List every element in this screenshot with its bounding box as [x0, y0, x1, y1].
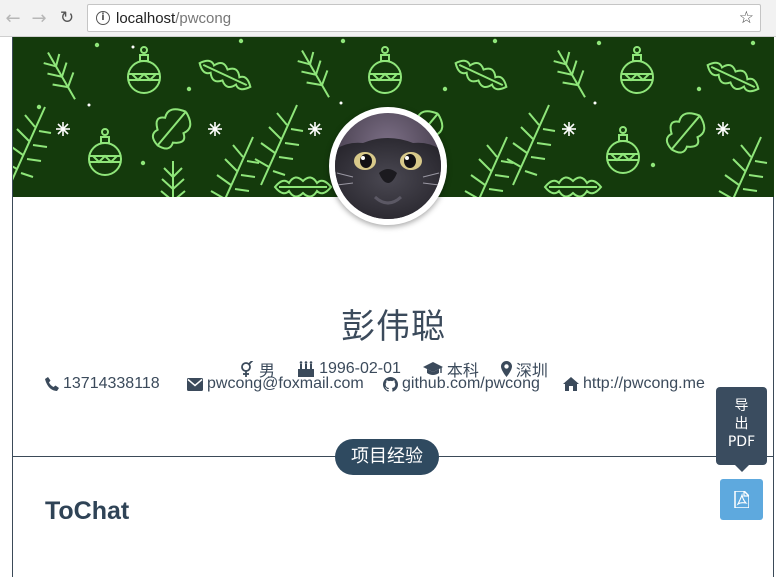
phone-icon	[45, 377, 59, 391]
home-icon	[563, 377, 579, 391]
url-host: localhost	[116, 10, 176, 27]
project-title: ToChat	[45, 497, 130, 525]
export-pdf-button[interactable]	[720, 479, 763, 520]
resume-page: 彭伟聪 男 1996-02-01 本科 深圳 13714338118 pwcon…	[0, 37, 776, 577]
email-value[interactable]: pwcong@foxmail.com	[207, 375, 364, 393]
profile-name: 彭伟聪	[341, 307, 446, 347]
tooltip-line-1: 导	[734, 398, 749, 414]
forward-icon[interactable]: →	[29, 8, 49, 29]
email-item[interactable]: pwcong@foxmail.com	[187, 375, 364, 393]
envelope-icon	[187, 377, 203, 391]
export-pdf-tooltip: 导 出 PDF	[716, 387, 767, 472]
back-icon[interactable]: ←	[3, 8, 23, 29]
github-icon	[383, 376, 398, 392]
website-item[interactable]: http://pwcong.me	[563, 375, 705, 393]
phone-value: 13714338118	[63, 375, 160, 392]
avatar	[329, 107, 447, 225]
avatar-photo	[335, 113, 441, 219]
url-text[interactable]: localhost/pwcong	[116, 10, 231, 27]
file-pdf-icon	[734, 491, 749, 508]
resume-card: 彭伟聪 男 1996-02-01 本科 深圳 13714338118 pwcon…	[12, 37, 774, 577]
info-icon[interactable]: i	[96, 11, 110, 25]
address-bar[interactable]: i localhost/pwcong ☆	[87, 4, 761, 32]
cat-photo	[335, 113, 441, 219]
reload-icon[interactable]: ↻	[57, 8, 77, 28]
browser-toolbar: ← → ↻ i localhost/pwcong ☆	[0, 0, 776, 37]
star-icon[interactable]: ☆	[739, 8, 754, 28]
section-title-projects: 项目经验	[335, 439, 439, 475]
phone-item: 13714338118	[45, 375, 160, 393]
github-value[interactable]: github.com/pwcong	[402, 375, 540, 393]
tooltip-line-2: 出	[734, 416, 749, 432]
tooltip-line-3: PDF	[727, 434, 756, 450]
website-value[interactable]: http://pwcong.me	[583, 375, 705, 393]
url-path: /pwcong	[175, 10, 232, 27]
github-item[interactable]: github.com/pwcong	[383, 375, 540, 393]
